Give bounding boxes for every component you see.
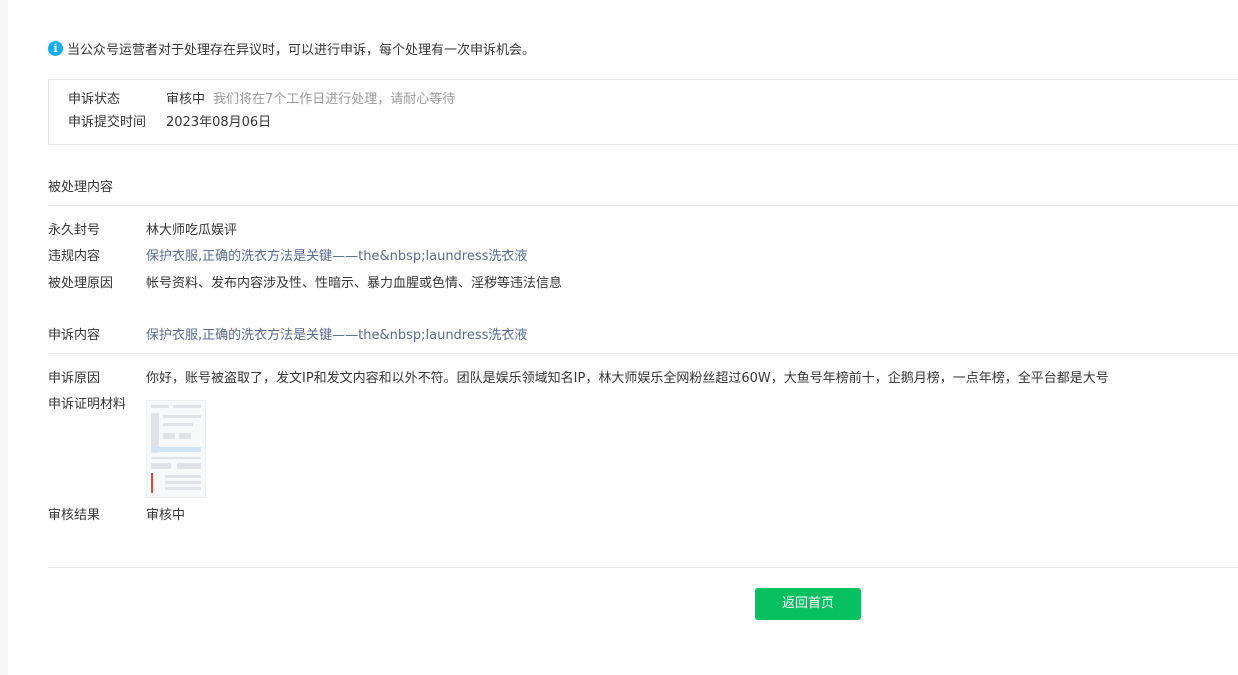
appeal-status-label: 申诉状态 <box>68 92 121 107</box>
processed-content-title: 被处理内容 <box>48 180 114 195</box>
appeal-status-row: 申诉状态 审核中 我们将在7个工作日进行处理，请耐心等待 <box>68 90 455 110</box>
footer-divider <box>48 567 1238 568</box>
processed-row-ban: 永久封号 林大师吃瓜娱评 <box>48 221 237 241</box>
ban-type-label: 永久封号 <box>48 223 101 238</box>
appeal-content-row: 申诉内容 保护衣服,正确的洗衣方法是关键——the&nbsp;laundress… <box>48 326 527 346</box>
review-result-row: 审核结果 审核中 <box>48 506 185 526</box>
processed-reason-value: 帐号资料、发布内容涉及性、性暗示、暴力血腥或色情、淫秽等违法信息 <box>146 276 563 291</box>
appeal-content-link[interactable]: 保护衣服,正确的洗衣方法是关键——the&nbsp;laundress洗衣液 <box>146 326 527 346</box>
appeal-evidence-row: 申诉证明材料 <box>48 395 146 415</box>
appeal-status-hint: 我们将在7个工作日进行处理，请耐心等待 <box>213 92 456 107</box>
appeal-reason-label: 申诉原因 <box>48 371 101 386</box>
left-edge <box>0 0 8 675</box>
processed-reason-label: 被处理原因 <box>48 276 114 291</box>
appeal-reason-row: 申诉原因 你好，账号被盗取了，发文IP和发文内容和以外不符。团队是娱乐领域知名I… <box>48 369 1109 389</box>
appeal-notice-text: 当公众号运营者对于处理存在异议时，可以进行申诉，每个处理有一次申诉机会。 <box>67 42 536 58</box>
evidence-image-thumbnail[interactable] <box>146 400 206 498</box>
appeal-status-box: 申诉状态 审核中 我们将在7个工作日进行处理，请耐心等待 申诉提交时间 2023… <box>48 79 1238 145</box>
violation-content-label: 违规内容 <box>48 249 101 264</box>
appeal-content-label: 申诉内容 <box>48 328 101 343</box>
appeal-submit-time-label: 申诉提交时间 <box>68 115 147 130</box>
account-name: 林大师吃瓜娱评 <box>146 223 238 238</box>
back-to-home-button[interactable]: 返回首页 <box>755 588 861 620</box>
section-divider <box>48 205 1238 206</box>
section-divider <box>48 353 1238 354</box>
appeal-reason-value: 你好，账号被盗取了，发文IP和发文内容和以外不符。团队是娱乐领域知名IP，林大师… <box>146 371 1109 386</box>
appeal-evidence-label: 申诉证明材料 <box>48 397 127 412</box>
appeal-notice: i 当公众号运营者对于处理存在异议时，可以进行申诉，每个处理有一次申诉机会。 <box>48 38 535 58</box>
processed-row-violation: 违规内容 保护衣服,正确的洗衣方法是关键——the&nbsp;laundress… <box>48 247 527 267</box>
appeal-detail-page: i 当公众号运营者对于处理存在异议时，可以进行申诉，每个处理有一次申诉机会。 申… <box>48 0 1238 675</box>
appeal-submit-time-row: 申诉提交时间 2023年08月06日 <box>68 113 271 133</box>
violation-content-link[interactable]: 保护衣服,正确的洗衣方法是关键——the&nbsp;laundress洗衣液 <box>146 247 527 267</box>
review-result-label: 审核结果 <box>48 508 101 523</box>
appeal-status-value: 审核中 <box>166 92 206 107</box>
info-icon: i <box>48 40 63 56</box>
processed-row-reason: 被处理原因 帐号资料、发布内容涉及性、性暗示、暴力血腥或色情、淫秽等违法信息 <box>48 274 562 294</box>
review-result-value: 审核中 <box>146 508 186 523</box>
appeal-submit-time-value: 2023年08月06日 <box>166 115 272 130</box>
